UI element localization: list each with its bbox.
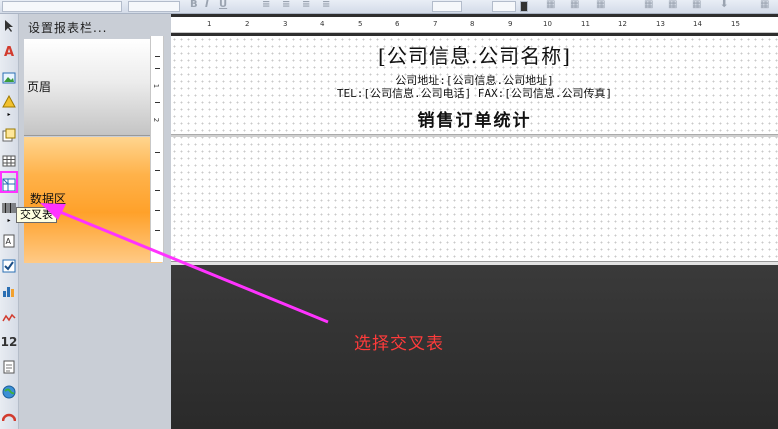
annotation-text: 选择交叉表 <box>354 334 444 354</box>
report-designer-window: B I U ≡ ≡ ≡ ≡ ▦ ▦ ▦ ▦ ▦ ▦ ⬇ ▦ A ▸ ▸ A 12… <box>0 0 778 429</box>
annotation-arrow <box>40 203 329 324</box>
